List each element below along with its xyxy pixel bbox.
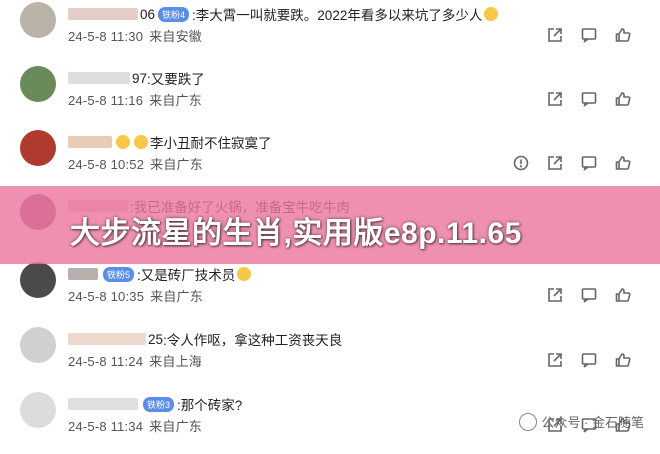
emoji-icon (116, 135, 130, 149)
username-suffix[interactable]: 06 (140, 7, 155, 22)
comment-location: 来自广东 (150, 157, 203, 172)
comment-date: 24-5-8 10:35 (68, 289, 145, 304)
share-icon[interactable] (546, 90, 564, 108)
comment-meta: 24-5-8 10:35 来自广东 (68, 286, 203, 305)
username-blurred[interactable] (68, 8, 138, 20)
username-blurred[interactable] (68, 268, 98, 280)
fan-badge: 铁粉4 (158, 6, 190, 22)
fan-badge-label: 铁粉5 (107, 269, 131, 280)
watermark: 公众号 · 金石随笔 (519, 412, 644, 431)
comment-line: 25:令人作呕，拿这种工资丧天良 (68, 329, 342, 349)
share-icon[interactable] (546, 351, 564, 369)
comment-text: :李大霄一叫就要跌。2022年看多以来坑了多少人 (192, 8, 483, 23)
avatar[interactable] (20, 2, 56, 38)
comment-item: 李小丑耐不住寂寞了 24-5-8 10:52 来自广东 (0, 130, 660, 192)
avatar[interactable] (20, 262, 56, 298)
username-blurred[interactable] (68, 398, 138, 410)
fan-badge-label: 铁粉4 (162, 9, 186, 20)
comment-meta: 24-5-8 11:34 来自广东 (68, 416, 202, 435)
comment-date: 24-5-8 11:34 (68, 419, 144, 434)
fan-badge-label: 铁粉3 (147, 399, 171, 410)
username-blurred[interactable] (68, 136, 112, 148)
avatar[interactable] (20, 66, 56, 102)
comment-actions (512, 154, 632, 172)
fan-badge: 铁粉5 (103, 266, 135, 282)
comment-location: 来自广东 (149, 419, 202, 434)
emoji-icon (237, 267, 252, 281)
like-icon[interactable] (614, 286, 632, 304)
comment-icon[interactable] (580, 351, 598, 369)
emoji-icon (484, 7, 499, 21)
like-icon[interactable] (614, 351, 632, 369)
comment-actions (546, 286, 632, 304)
report-icon[interactable] (512, 154, 530, 172)
comment-meta: 24-5-8 11:16 来自广东 (68, 90, 202, 109)
comment-icon[interactable] (580, 26, 598, 44)
comment-item: 25:令人作呕，拿这种工资丧天良 24-5-8 11:24 来自上海 (0, 327, 660, 389)
username-suffix[interactable]: 25 (148, 332, 163, 347)
comment-location: 来自上海 (149, 354, 202, 369)
like-icon[interactable] (614, 90, 632, 108)
comment-location: 来自广东 (149, 93, 202, 108)
comment-line: 铁粉5 :又是砖厂技术员 (68, 264, 252, 284)
username-suffix[interactable]: 97 (132, 71, 147, 86)
comment-date: 24-5-8 11:16 (68, 93, 144, 108)
comment-text: :又是砖厂技术员 (137, 268, 236, 283)
share-icon[interactable] (546, 26, 564, 44)
comment-line: 铁粉3 :那个砖家? (68, 394, 242, 414)
username-blurred[interactable] (68, 72, 130, 84)
comment-meta: 24-5-8 10:52 来自广东 (68, 154, 203, 173)
comment-text: :又要跌了 (147, 72, 205, 87)
comment-line: 06 铁粉4 :李大霄一叫就要跌。2022年看多以来坑了多少人 (68, 4, 499, 24)
avatar[interactable] (20, 327, 56, 363)
comment-line: 李小丑耐不住寂寞了 (68, 132, 272, 152)
comment-date: 24-5-8 11:30 (68, 29, 144, 44)
watermark-text: 公众号 · 金石随笔 (541, 415, 644, 430)
comment-item: 97:又要跌了 24-5-8 11:16 来自广东 (0, 66, 660, 128)
comment-location: 来自安徽 (149, 29, 202, 44)
comment-meta: 24-5-8 11:24 来自上海 (68, 351, 202, 370)
comment-line: 97:又要跌了 (68, 68, 205, 88)
comment-icon[interactable] (580, 154, 598, 172)
wechat-icon (519, 412, 538, 431)
comment-actions (546, 26, 632, 44)
comment-location: 来自广东 (150, 289, 203, 304)
comment-text: :令人作呕，拿这种工资丧天良 (163, 333, 343, 348)
comment-item: 06 铁粉4 :李大霄一叫就要跌。2022年看多以来坑了多少人 24-5-8 11:3… (0, 2, 660, 64)
fan-badge: 铁粉3 (143, 396, 175, 412)
comment-text: :那个砖家? (177, 398, 243, 413)
like-icon[interactable] (614, 154, 632, 172)
like-icon[interactable] (614, 26, 632, 44)
username-blurred[interactable] (68, 333, 146, 345)
comment-icon[interactable] (580, 90, 598, 108)
share-icon[interactable] (546, 154, 564, 172)
share-icon[interactable] (546, 286, 564, 304)
avatar[interactable] (20, 130, 56, 166)
comment-item: 铁粉5 :又是砖厂技术员 24-5-8 10:35 来自广东 (0, 262, 660, 324)
comment-actions (546, 351, 632, 369)
comment-icon[interactable] (580, 286, 598, 304)
comment-meta: 24-5-8 11:30 来自安徽 (68, 26, 202, 45)
emoji-icon (134, 135, 148, 149)
comment-date: 24-5-8 10:52 (68, 157, 145, 172)
banner-title: 大步流星的生肖,实用版e8p.11.65 (70, 217, 522, 250)
comment-date: 24-5-8 11:24 (68, 354, 144, 369)
comment-text: 李小丑耐不住寂寞了 (150, 136, 272, 151)
comment-actions (546, 90, 632, 108)
avatar[interactable] (20, 392, 56, 428)
